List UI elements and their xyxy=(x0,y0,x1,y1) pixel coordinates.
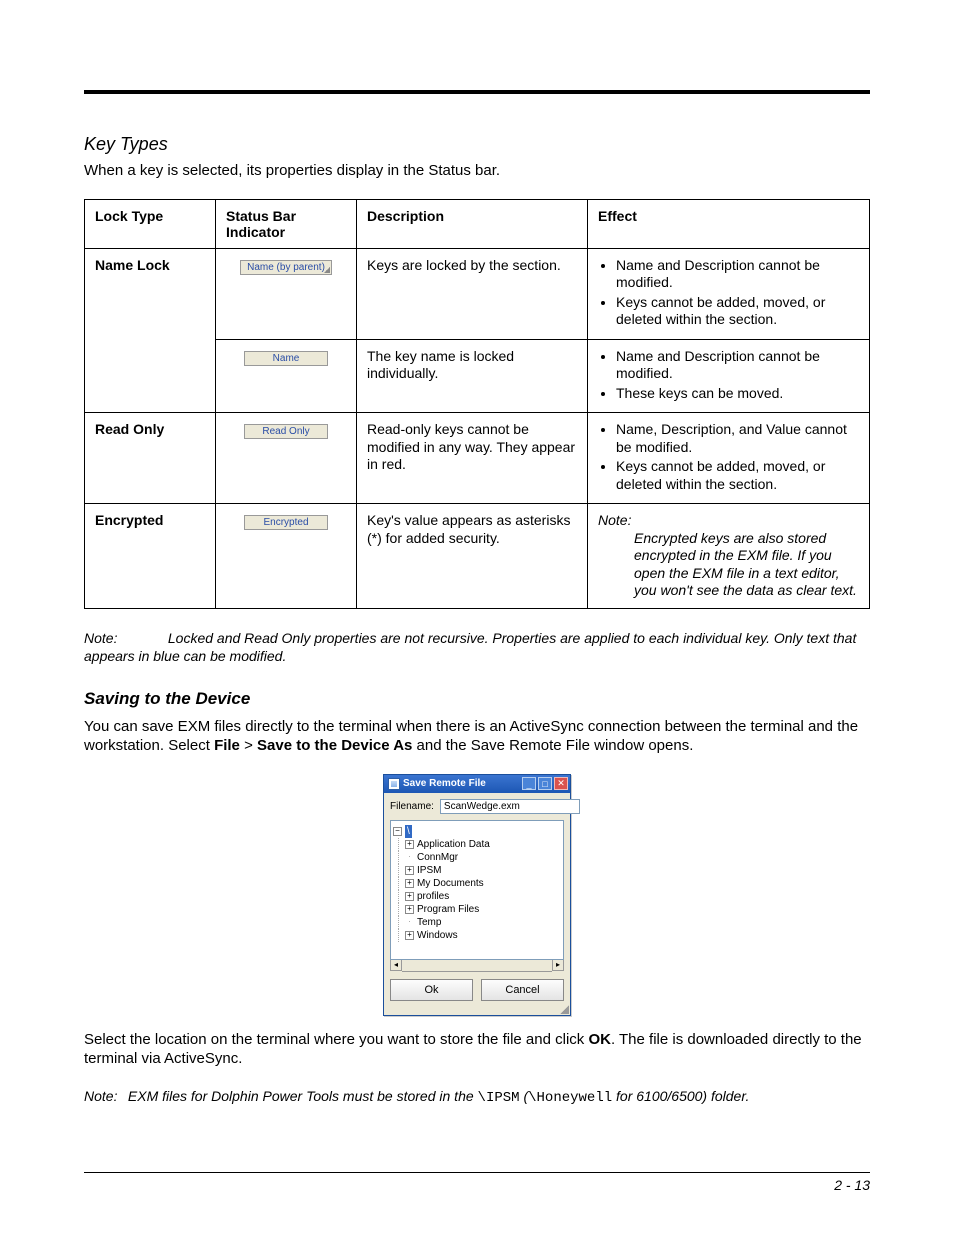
text-ok-bold: OK xyxy=(588,1031,611,1048)
tree-item-program-files[interactable]: Program Files xyxy=(417,903,479,916)
effect-item: Name and Description cannot be modified. xyxy=(616,257,859,292)
cell-lock-type-read-only: Read Only xyxy=(95,421,164,437)
minimize-button[interactable]: _ xyxy=(522,777,536,790)
tree-folders[interactable]: − \ +Application Data ·ConnMgr +IPSM +My… xyxy=(390,820,564,960)
heading-key-types: Key Types xyxy=(84,134,870,155)
note-label: Note: xyxy=(598,512,631,528)
expander-icon[interactable]: + xyxy=(405,879,414,888)
menu-save-to-device-as: Save to the Device As xyxy=(257,737,412,754)
close-button[interactable]: ✕ xyxy=(554,777,568,790)
note-exm-path: Note: EXM files for Dolphin Power Tools … xyxy=(84,1087,870,1107)
expander-icon[interactable]: + xyxy=(405,905,414,914)
cell-lock-type-encrypted: Encrypted xyxy=(95,512,163,528)
tree-root-node[interactable]: \ xyxy=(405,825,412,838)
cell-desc-name-lock-2: The key name is locked individually. xyxy=(357,339,588,413)
th-lock-type: Lock Type xyxy=(85,199,216,248)
ok-button[interactable]: Ok xyxy=(390,979,473,1001)
table-row: Name Lock Name (by parent) Keys are lock… xyxy=(85,248,870,339)
saving-para-1: You can save EXM files directly to the t… xyxy=(84,717,870,756)
text: ( xyxy=(520,1088,529,1104)
table-key-types: Lock Type Status Bar Indicator Descripti… xyxy=(84,199,870,609)
saving-para-2: Select the location on the terminal wher… xyxy=(84,1030,870,1069)
text: and the Save Remote File window opens. xyxy=(412,737,693,754)
note-body: Locked and Read Only properties are not … xyxy=(84,630,856,664)
text: > xyxy=(240,737,257,754)
scrollbar-horizontal[interactable]: ◂ ▸ xyxy=(390,959,564,971)
tree-item-ipsm[interactable]: IPSM xyxy=(417,864,441,877)
status-chip-name-by-parent: Name (by parent) xyxy=(240,260,332,275)
tree-item-my-documents[interactable]: My Documents xyxy=(417,877,484,890)
status-chip-read-only: Read Only xyxy=(244,424,328,439)
dialog-app-icon xyxy=(388,778,400,790)
note-after-table: Note: Locked and Read Only properties ar… xyxy=(84,629,870,665)
text: EXM files for Dolphin Power Tools must b… xyxy=(128,1088,478,1104)
status-chip-encrypted: Encrypted xyxy=(244,515,328,530)
footer-rule xyxy=(84,1172,870,1173)
path-ipsm: \IPSM xyxy=(478,1090,520,1106)
tree-item-profiles[interactable]: profiles xyxy=(417,890,449,903)
effect-item: Name and Description cannot be modified. xyxy=(616,348,859,383)
th-description: Description xyxy=(357,199,588,248)
expander-icon[interactable]: + xyxy=(405,892,414,901)
dialog-save-remote-file: Save Remote File _ □ ✕ Filename: − xyxy=(383,774,571,1016)
heading-saving: Saving to the Device xyxy=(84,689,870,709)
tree-item-connmgr[interactable]: ConnMgr xyxy=(417,851,458,864)
scroll-left-icon[interactable]: ◂ xyxy=(390,959,402,971)
cancel-button[interactable]: Cancel xyxy=(481,979,564,1001)
cell-desc-name-lock-1: Keys are locked by the section. xyxy=(357,248,588,339)
text: Select the location on the terminal wher… xyxy=(84,1031,588,1048)
cell-desc-read-only: Read-only keys cannot be modified in any… xyxy=(357,413,588,504)
effect-item: Name, Description, and Value cannot be m… xyxy=(616,421,859,456)
expander-icon[interactable]: + xyxy=(405,931,414,940)
cell-desc-encrypted: Key's value appears as asterisks (*) for… xyxy=(357,504,588,609)
scroll-right-icon[interactable]: ▸ xyxy=(552,959,564,971)
dialog-title: Save Remote File xyxy=(403,778,522,789)
scroll-track[interactable] xyxy=(402,958,552,972)
dialog-titlebar[interactable]: Save Remote File _ □ ✕ xyxy=(384,775,570,793)
tree-item-temp[interactable]: Temp xyxy=(417,916,441,929)
th-status-bar: Status Bar Indicator xyxy=(216,199,357,248)
path-honeywell: \Honeywell xyxy=(528,1090,612,1106)
text: for 6100/6500) folder. xyxy=(612,1088,749,1104)
input-filename[interactable] xyxy=(440,799,580,814)
note-label: Note: xyxy=(84,629,124,647)
maximize-button[interactable]: □ xyxy=(538,777,552,790)
page-number: 2 - 13 xyxy=(834,1177,870,1193)
tree-leaf-icon: · xyxy=(405,918,414,927)
cell-lock-type-name-lock: Name Lock xyxy=(95,257,170,273)
note-label: Note: xyxy=(84,1087,124,1105)
menu-file: File xyxy=(214,737,240,754)
th-effect: Effect xyxy=(588,199,870,248)
status-chip-name: Name xyxy=(244,351,328,366)
table-row: Encrypted Encrypted Key's value appears … xyxy=(85,504,870,609)
resize-grip-icon[interactable] xyxy=(384,1007,570,1015)
table-row: Read Only Read Only Read-only keys canno… xyxy=(85,413,870,504)
tree-item-application-data[interactable]: Application Data xyxy=(417,838,490,851)
intro-key-types: When a key is selected, its properties d… xyxy=(84,161,870,181)
label-filename: Filename: xyxy=(390,801,434,812)
expander-icon[interactable]: + xyxy=(405,866,414,875)
expander-icon[interactable]: − xyxy=(393,827,402,836)
tree-item-windows[interactable]: Windows xyxy=(417,929,458,942)
effect-item: Keys cannot be added, moved, or deleted … xyxy=(616,294,859,329)
page-top-rule xyxy=(84,90,870,94)
effect-item: These keys can be moved. xyxy=(616,385,859,403)
effect-item: Keys cannot be added, moved, or deleted … xyxy=(616,458,859,493)
tree-leaf-icon: · xyxy=(405,853,414,862)
note-body-encrypted: Encrypted keys are also stored encrypted… xyxy=(634,530,859,600)
expander-icon[interactable]: + xyxy=(405,840,414,849)
